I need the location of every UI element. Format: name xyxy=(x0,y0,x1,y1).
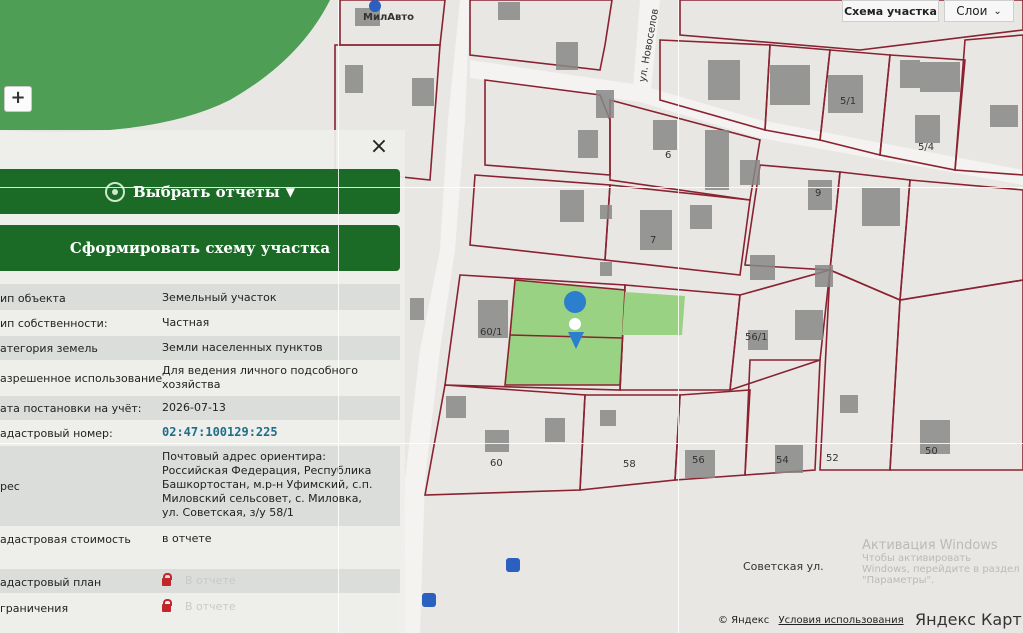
locked-text: В отчете xyxy=(185,600,236,613)
lock-icon xyxy=(162,573,172,586)
house-number: 6 xyxy=(665,150,672,161)
house-number: 60 xyxy=(490,458,503,469)
row-value: 2026-07-13 xyxy=(162,401,226,414)
select-reports-button[interactable]: Выбрать отчеты ▼ xyxy=(0,169,400,214)
house-number: 56/1 xyxy=(745,332,768,343)
row-value-locked: В отчете xyxy=(162,599,382,614)
form-scheme-button[interactable]: Сформировать схему участка xyxy=(0,225,400,271)
row-label: адастровая стоимость xyxy=(0,533,131,546)
select-reports-label: Выбрать отчеты xyxy=(132,182,280,201)
house-number: 7 xyxy=(650,235,657,246)
lock-icon xyxy=(162,599,172,612)
row-label: ата постановки на учёт: xyxy=(0,402,142,415)
cadastral-number-link[interactable]: 02:47:100129:225 xyxy=(162,425,382,439)
grid-line xyxy=(338,0,339,633)
copyright: © Яндекс xyxy=(718,615,770,626)
info-row: ип собственности: Частная xyxy=(0,311,400,335)
layers-label: Слои xyxy=(956,4,988,18)
row-value: Почтовый адрес ориентира: Российская Фед… xyxy=(162,450,373,519)
target-icon xyxy=(104,181,125,202)
info-row: адастровый план В отчете xyxy=(0,569,400,593)
row-value: Земли населенных пунктов xyxy=(162,341,323,354)
house-number: 9 xyxy=(815,188,822,199)
info-row: азрешенное использование Для ведения лич… xyxy=(0,361,400,395)
house-number: 52 xyxy=(826,453,839,464)
zoom-in-button[interactable]: + xyxy=(4,86,32,112)
row-label: адастровый номер: xyxy=(0,427,113,440)
info-row: адастровый номер: 02:47:100129:225 xyxy=(0,421,400,445)
house-number: 60/1 xyxy=(480,327,503,338)
grid-line xyxy=(0,443,1023,444)
street-label-bottom: Советская ул. xyxy=(743,560,824,573)
row-label: рес xyxy=(0,480,20,493)
grid-line xyxy=(0,187,1023,188)
close-icon[interactable]: × xyxy=(365,136,393,160)
row-value: Частная xyxy=(162,316,210,329)
terms-link[interactable]: Условия использования xyxy=(778,615,903,626)
row-value: Земельный участок xyxy=(162,291,277,304)
info-row: граничения В отчете xyxy=(0,595,400,619)
watermark-title: Активация Windows xyxy=(862,538,998,553)
row-label: ип объекта xyxy=(0,292,66,305)
row-label: ип собственности: xyxy=(0,317,108,330)
info-row: адастровая стоимость в отчете xyxy=(0,527,400,551)
layers-dropdown[interactable]: Слои ⌄ xyxy=(944,0,1014,22)
house-number: 5/4 xyxy=(918,142,935,153)
house-number: 54 xyxy=(776,455,789,466)
row-label: адастровый план xyxy=(0,576,102,589)
house-number: 50 xyxy=(925,446,938,457)
locked-text: В отчете xyxy=(185,574,236,587)
info-row: ата постановки на учёт: 2026-07-13 xyxy=(0,396,400,420)
house-number: 58 xyxy=(623,459,636,470)
info-row: рес Почтовый адрес ориентира: Российская… xyxy=(0,446,400,526)
yandex-maps-logo[interactable]: Яндекс Карт xyxy=(915,610,1022,629)
windows-activation-watermark: Активация Windows Чтобы активировать Win… xyxy=(862,538,1022,586)
house-number: 56 xyxy=(692,455,705,466)
info-row: атегория земель Земли населенных пунктов xyxy=(0,336,400,360)
info-row: ип объекта Земельный участок xyxy=(0,284,400,310)
row-value: в отчете xyxy=(162,532,212,545)
row-value-locked: В отчете xyxy=(162,573,382,588)
row-label: азрешенное использование xyxy=(0,372,163,385)
scheme-button[interactable]: Схема участка xyxy=(842,0,939,22)
house-number: 5/1 xyxy=(840,96,857,107)
chevron-down-icon: ⌄ xyxy=(993,5,1002,17)
row-value: Для ведения личного подсобного хозяйства xyxy=(162,364,358,391)
grid-line xyxy=(678,0,679,633)
row-label: граничения xyxy=(0,602,69,615)
watermark-subtitle: Чтобы активировать Windows, перейдите в … xyxy=(862,553,1020,586)
map-footer: © Яндекс Условия использования xyxy=(718,615,904,626)
place-label: МилАвто xyxy=(363,12,415,23)
row-label: атегория земель xyxy=(0,342,98,355)
